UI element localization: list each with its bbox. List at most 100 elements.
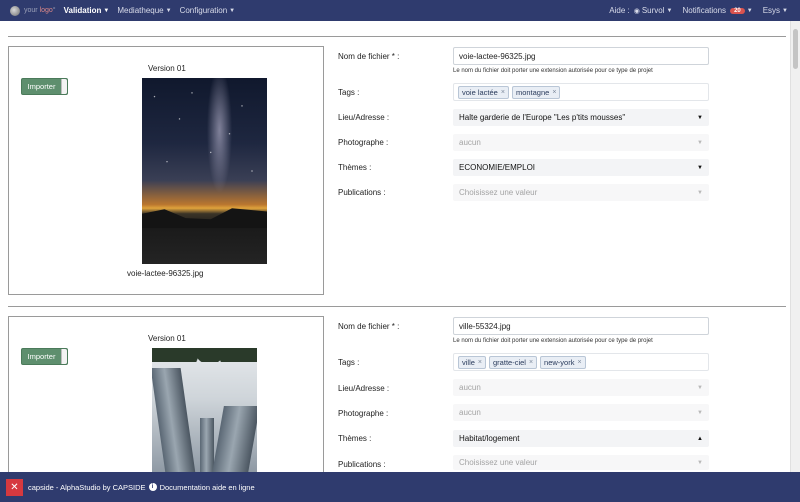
themes-select[interactable]: Habitat/logement ▲ xyxy=(453,430,709,447)
publications-select[interactable]: Choisissez une valeur ▼ xyxy=(453,455,709,470)
nav-menu-configuration-label: Configuration xyxy=(179,6,228,15)
caret-up-icon: ▲ xyxy=(697,435,703,442)
themes-label: Thèmes : xyxy=(338,163,372,172)
photographer-select-value: aucun xyxy=(459,138,481,147)
themes-select-value: Habitat/logement xyxy=(459,434,520,443)
nav-menu-validation-label: Validation xyxy=(63,6,102,15)
place-select-value: Halte garderie de l'Europe "Les p'tits m… xyxy=(459,113,626,122)
caret-down-icon: ▼ xyxy=(697,384,703,391)
section-divider xyxy=(8,36,786,37)
remove-tag-icon[interactable]: × xyxy=(552,89,556,96)
nav-menu-validation[interactable]: Validation ▼ xyxy=(64,6,110,15)
notifications-count-badge: 20 xyxy=(730,7,745,14)
caret-down-icon: ▼ xyxy=(165,7,172,14)
themes-select[interactable]: ECONOMIE/EMPLOI ▼ xyxy=(453,159,709,176)
app-footer: ✕ capside - AlphaStudio by CAPSIDE i Doc… xyxy=(0,472,800,502)
publications-label: Publications : xyxy=(338,188,386,197)
stars-texture xyxy=(142,78,267,264)
place-select[interactable]: aucun ▼ xyxy=(453,379,709,396)
remove-tag-icon[interactable]: × xyxy=(478,359,482,366)
filename-label: Nom de fichier * : xyxy=(338,322,400,331)
remove-tag-icon[interactable]: × xyxy=(529,359,533,366)
tag-chip-label: gratte-ciel xyxy=(493,357,526,367)
tower-shape xyxy=(152,368,196,473)
caret-down-icon: ▼ xyxy=(103,7,110,14)
caret-down-icon: ▼ xyxy=(697,189,703,196)
photographer-select[interactable]: aucun ▼ xyxy=(453,134,709,151)
toggle-knob xyxy=(61,79,67,94)
import-toggle-button[interactable]: Importer xyxy=(21,78,68,95)
tags-label: Tags : xyxy=(338,88,360,97)
tag-chip: ville × xyxy=(458,355,487,369)
photographer-select[interactable]: aucun ▼ xyxy=(453,404,709,421)
tree-leaves xyxy=(152,348,257,362)
caret-down-icon: ▼ xyxy=(697,139,703,146)
brand-logo-icon xyxy=(10,5,20,16)
publications-select-value: Choisissez une valeur xyxy=(459,458,538,467)
filename-help-text: Le nom du fichier doit porter une extens… xyxy=(453,338,653,344)
remove-tag-icon[interactable]: × xyxy=(577,359,581,366)
scrollbar-thumb[interactable] xyxy=(793,29,798,69)
filename-input[interactable]: voie-lactee-96325.jpg xyxy=(453,47,709,65)
publications-select[interactable]: Choisissez une valeur ▼ xyxy=(453,184,709,201)
media-filename-caption: voie-lactee-96325.jpg xyxy=(127,269,204,278)
place-label: Lieu/Adresse : xyxy=(338,113,390,122)
user-name: Esys xyxy=(762,6,781,15)
photographer-label: Photographe : xyxy=(338,138,389,147)
caret-down-icon: ▼ xyxy=(782,7,788,14)
nav-menu-configuration[interactable]: Configuration ▼ xyxy=(180,6,236,15)
media-preview-card: Importer Version 01 voie-lactee-96325.jp… xyxy=(8,46,324,295)
media-thumbnail[interactable] xyxy=(152,348,257,473)
version-label: Version 01 xyxy=(148,64,186,73)
footer-credit-text: capside - AlphaStudio by CAPSIDE xyxy=(28,482,146,492)
info-icon: i xyxy=(148,483,157,491)
tag-chip-label: new-york xyxy=(544,357,575,367)
nav-menu-mediatheque-label: Mediatheque xyxy=(117,6,164,15)
tag-chip-label: voie lactée xyxy=(462,87,498,97)
survol-label: Survol xyxy=(641,6,665,15)
toggle-knob xyxy=(61,349,67,364)
help-label: Aide : xyxy=(609,6,630,15)
notifications-label: Notifications xyxy=(682,6,727,15)
page-scrollbar[interactable] xyxy=(790,21,800,472)
filename-help-text: Le nom du fichier doit porter une extens… xyxy=(453,68,653,74)
help-survol-menu[interactable]: Aide : ◉ Survol ▼ xyxy=(609,6,672,15)
nav-menu-mediatheque[interactable]: Mediatheque ▼ xyxy=(117,6,171,15)
section-divider xyxy=(8,306,786,307)
import-button-label: Importer xyxy=(27,352,56,361)
tags-label: Tags : xyxy=(338,358,360,367)
publications-select-value: Choisissez une valeur xyxy=(459,188,538,197)
import-toggle-button[interactable]: Importer xyxy=(21,348,68,365)
place-select[interactable]: Halte garderie de l'Europe "Les p'tits m… xyxy=(453,109,709,126)
caret-down-icon: ▼ xyxy=(697,409,703,416)
caret-down-icon: ▼ xyxy=(697,114,703,121)
top-navbar: your logo° Validation ▼ Mediatheque ▼ Conf… xyxy=(0,0,800,21)
notifications-menu[interactable]: Notifications 20 ▼ xyxy=(682,6,752,15)
brand-logo[interactable]: your logo° xyxy=(10,5,56,16)
capside-logo-icon[interactable]: ✕ xyxy=(6,478,23,496)
publications-label: Publications : xyxy=(338,460,386,469)
tower-shape xyxy=(200,418,214,473)
remove-tag-icon[interactable]: × xyxy=(501,89,505,96)
filename-input[interactable]: ville-55324.jpg xyxy=(453,317,709,335)
tag-chip: voie lactée × xyxy=(458,85,509,99)
tags-input[interactable]: voie lactée × montagne × xyxy=(453,83,709,101)
tag-chip: gratte-ciel × xyxy=(489,355,538,369)
media-preview-card: Importer Version 01 xyxy=(8,316,324,486)
place-select-value: aucun xyxy=(459,383,481,392)
tags-input[interactable]: ville × gratte-ciel × new-york × xyxy=(453,353,709,371)
import-button-label: Importer xyxy=(27,82,56,91)
tag-chip-label: montagne xyxy=(515,87,550,97)
place-label: Lieu/Adresse : xyxy=(338,384,390,393)
nav-right-group: Aide : ◉ Survol ▼ Notifications 20 ▼ Esy… xyxy=(599,6,800,15)
documentation-link[interactable]: Documentation aide en ligne xyxy=(160,483,255,492)
brand-logo-text: your logo° xyxy=(24,7,56,14)
photographer-label: Photographe : xyxy=(338,409,389,418)
version-label: Version 01 xyxy=(148,334,186,343)
caret-down-icon: ▼ xyxy=(697,164,703,171)
tag-chip-label: ville xyxy=(462,357,475,367)
user-menu[interactable]: Esys ▼ xyxy=(763,6,788,15)
media-thumbnail[interactable] xyxy=(142,78,267,264)
eye-icon: ◉ xyxy=(633,7,640,15)
caret-down-icon: ▼ xyxy=(697,459,703,466)
